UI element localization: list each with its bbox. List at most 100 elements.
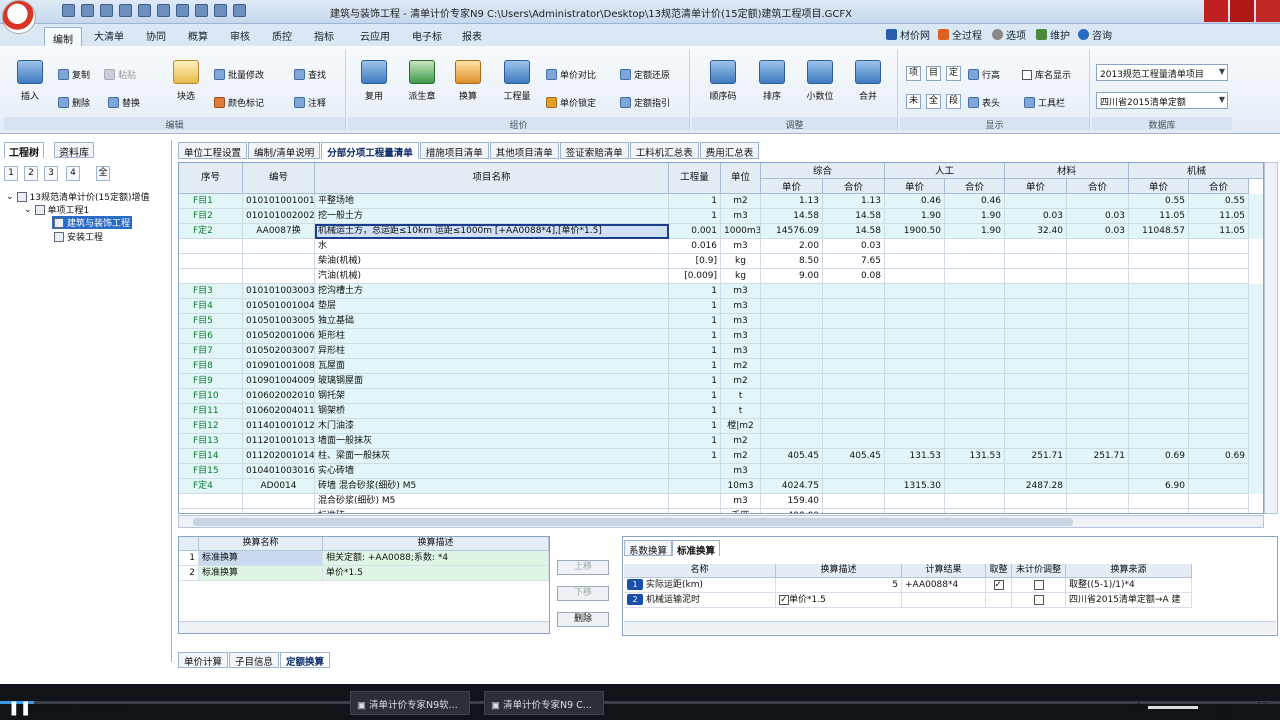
- cell-mp[interactable]: [1005, 359, 1067, 374]
- cell-unit[interactable]: m3: [721, 464, 761, 479]
- cell-seq[interactable]: F目15: [179, 464, 243, 479]
- redo-icon[interactable]: [157, 4, 170, 17]
- cell-cp[interactable]: 11048.57: [1129, 224, 1189, 239]
- fullscreen-icon[interactable]: ⛶: [1258, 700, 1266, 715]
- close-button[interactable]: [1256, 0, 1280, 22]
- cell-lp[interactable]: [885, 239, 945, 254]
- cell-name[interactable]: 汽油(机械): [315, 269, 669, 284]
- cell-tp[interactable]: 2.00: [761, 239, 823, 254]
- cell-name[interactable]: 异形柱: [315, 344, 669, 359]
- cell-ta[interactable]: [823, 479, 885, 494]
- move-up-button[interactable]: 上移: [557, 560, 609, 575]
- cell-mp[interactable]: 2487.28: [1005, 479, 1067, 494]
- cell-seq[interactable]: F目7: [179, 344, 243, 359]
- cell-lp[interactable]: [885, 314, 945, 329]
- cell-qty[interactable]: 1: [669, 374, 721, 389]
- tab-bill[interactable]: 分部分项工程量清单: [321, 142, 419, 159]
- row-height-button[interactable]: 行高: [968, 68, 1000, 81]
- note-button[interactable]: 注释: [294, 96, 326, 109]
- cell-ca[interactable]: [1189, 404, 1249, 419]
- cell-code[interactable]: 010502003007: [243, 344, 315, 359]
- cell-mp[interactable]: [1005, 344, 1067, 359]
- cell-la[interactable]: [945, 284, 1005, 299]
- cell-ma[interactable]: [1067, 314, 1129, 329]
- cell-seq[interactable]: F定4: [179, 479, 243, 494]
- open-icon[interactable]: [81, 4, 94, 17]
- cell-unit[interactable]: t: [721, 389, 761, 404]
- cell-la[interactable]: [945, 254, 1005, 269]
- cell-tp[interactable]: 8.50: [761, 254, 823, 269]
- quantity-button[interactable]: 工程量: [498, 60, 536, 102]
- conv-row-2-desc[interactable]: 单价*1.5: [323, 566, 549, 581]
- cell-unit[interactable]: kg: [721, 269, 761, 284]
- cell-unit[interactable]: m2: [721, 374, 761, 389]
- cell-code[interactable]: 010501001004: [243, 299, 315, 314]
- cell-la[interactable]: [945, 299, 1005, 314]
- level-1-button[interactable]: 1: [4, 166, 18, 181]
- cell-ca[interactable]: [1189, 314, 1249, 329]
- cell-ta[interactable]: [823, 509, 885, 513]
- delete-conversion-button[interactable]: 删除: [557, 612, 609, 627]
- cell-lp[interactable]: 1.90: [885, 209, 945, 224]
- cell-code[interactable]: 010502001006: [243, 329, 315, 344]
- std-row-2-take[interactable]: [986, 593, 1012, 608]
- cell-ca[interactable]: [1189, 374, 1249, 389]
- cell-cp[interactable]: [1129, 269, 1189, 284]
- cell-unit[interactable]: 1000m3: [721, 224, 761, 239]
- material-price-link[interactable]: 材价网: [886, 27, 930, 42]
- cell-unit[interactable]: m2: [721, 194, 761, 209]
- cell-lp[interactable]: [885, 404, 945, 419]
- cell-code[interactable]: 010602004011: [243, 404, 315, 419]
- cell-ma[interactable]: [1067, 269, 1129, 284]
- save-as-icon[interactable]: [119, 4, 132, 17]
- cell-mp[interactable]: [1005, 374, 1067, 389]
- cell-ta[interactable]: [823, 314, 885, 329]
- quality-selector[interactable]: 自动: [1212, 704, 1231, 718]
- cell-ca[interactable]: [1189, 239, 1249, 254]
- cell-lp[interactable]: [885, 359, 945, 374]
- cell-la[interactable]: [945, 269, 1005, 284]
- cell-ca[interactable]: [1189, 434, 1249, 449]
- seq-code-button[interactable]: 顺序码: [704, 60, 742, 102]
- table-row[interactable]: F目8 010901001008 瓦屋面 1 m2: [179, 359, 1263, 374]
- table-row[interactable]: F目1 010101001001 平整场地 1 m2 1.13 1.13 0.46 0.46 0.…: [179, 194, 1263, 209]
- std-row-2-unpriced[interactable]: [1012, 593, 1066, 608]
- cell-name[interactable]: 钢架桥: [315, 404, 669, 419]
- conv-horizontal-scrollbar[interactable]: [179, 621, 549, 633]
- cell-seq[interactable]: F目9: [179, 374, 243, 389]
- cell-seq[interactable]: F定2: [179, 224, 243, 239]
- tab-unit-settings[interactable]: 单位工程设置: [178, 142, 248, 159]
- cell-tp[interactable]: 400.00: [761, 509, 823, 513]
- header-button[interactable]: 表头: [968, 96, 1000, 109]
- tree-building[interactable]: 建筑与装饰工程: [52, 216, 133, 229]
- cell-ca[interactable]: [1189, 359, 1249, 374]
- price-compare-button[interactable]: 单价对比: [546, 68, 596, 81]
- table-row[interactable]: F目12 011401001012 木门油漆 1 樘|m2: [179, 419, 1263, 434]
- cell-name[interactable]: 机械运土方，总运距≤10km 运距≤1000m [+AA0088*4],[单价*…: [315, 224, 669, 239]
- cell-ca[interactable]: [1189, 329, 1249, 344]
- cell-unit[interactable]: m3: [721, 329, 761, 344]
- col-machine-amount[interactable]: 合价: [1189, 179, 1249, 194]
- table-row[interactable]: 混合砂浆(细砂) M5 m3 159.40: [179, 494, 1263, 509]
- cell-unit[interactable]: m3: [721, 344, 761, 359]
- undo-icon[interactable]: [138, 4, 151, 17]
- cell-tp[interactable]: 159.40: [761, 494, 823, 509]
- cell-ca[interactable]: [1189, 509, 1249, 513]
- tab-cloud[interactable]: 云应用: [360, 28, 390, 43]
- cell-ma[interactable]: [1067, 329, 1129, 344]
- cell-code[interactable]: [243, 254, 315, 269]
- cell-tp[interactable]: [761, 374, 823, 389]
- cell-code[interactable]: 011202001014: [243, 449, 315, 464]
- tab-quality[interactable]: 质控: [272, 28, 292, 43]
- table-row[interactable]: F目15 010401003016 实心砖墙 m3: [179, 464, 1263, 479]
- cell-cp[interactable]: [1129, 329, 1189, 344]
- cell-unit[interactable]: 樘|m2: [721, 419, 761, 434]
- cell-qty[interactable]: 0.016: [669, 239, 721, 254]
- cell-cp[interactable]: 0.69: [1129, 449, 1189, 464]
- cell-ma[interactable]: [1067, 389, 1129, 404]
- full-process-link[interactable]: 全过程: [938, 27, 982, 42]
- cell-name[interactable]: 柴油(机械): [315, 254, 669, 269]
- cell-cp[interactable]: [1129, 314, 1189, 329]
- cell-code[interactable]: 010101001001: [243, 194, 315, 209]
- cell-tp[interactable]: [761, 299, 823, 314]
